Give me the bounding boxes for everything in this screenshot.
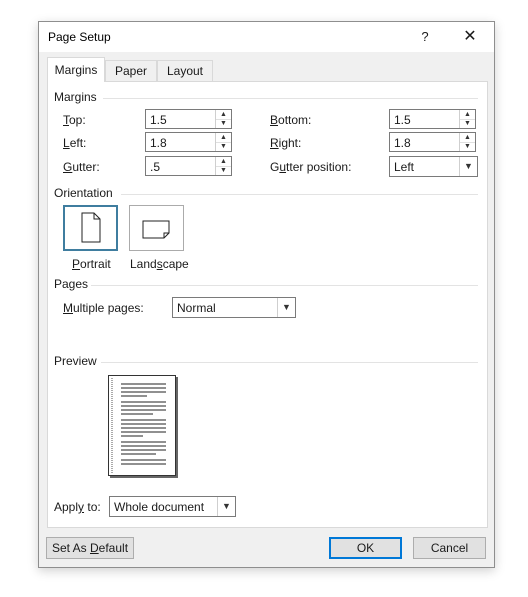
multiple-pages-value: Normal [177, 301, 216, 315]
right-margin-value[interactable]: 1.8 [394, 136, 411, 150]
portrait-page-icon [81, 212, 101, 243]
multiple-pages-select[interactable]: Normal ▼ [172, 297, 296, 318]
tab-layout[interactable]: Layout [157, 60, 213, 81]
spin-down-icon[interactable]: ▼ [216, 119, 231, 128]
apply-to-value: Whole document [114, 500, 205, 514]
right-margin-spinner[interactable]: 1.8 ▲ ▼ [389, 132, 476, 152]
top-margin-spinner[interactable]: 1.5 ▲ ▼ [145, 109, 232, 129]
landscape-label: Landscape [130, 257, 189, 271]
preview-group-label: Preview [54, 354, 101, 368]
gutter-position-value: Left [394, 160, 415, 174]
pages-group-rule [91, 285, 478, 286]
page-setup-dialog: Page Setup ? ✕ Margins Paper Layout Marg… [38, 21, 495, 568]
bottom-margin-value[interactable]: 1.5 [394, 113, 411, 127]
top-label: Top: [63, 113, 86, 127]
preview-group-rule [101, 362, 478, 363]
landscape-option[interactable] [129, 205, 184, 251]
spin-down-icon[interactable]: ▼ [216, 166, 231, 175]
orientation-group-label: Orientation [54, 186, 117, 200]
portrait-option[interactable] [63, 205, 118, 251]
set-as-default-button[interactable]: Set As Default [46, 537, 134, 559]
gutter-spinner[interactable]: .5 ▲ ▼ [145, 156, 232, 176]
margins-group-rule [103, 98, 478, 99]
multiple-pages-label: Multiple pages: [63, 301, 144, 315]
spin-down-icon[interactable]: ▼ [460, 119, 475, 128]
preview-page-lines [111, 378, 166, 473]
left-margin-value[interactable]: 1.8 [150, 136, 167, 150]
cancel-button[interactable]: Cancel [413, 537, 486, 559]
top-margin-value[interactable]: 1.5 [150, 113, 167, 127]
dialog-title: Page Setup [48, 30, 111, 44]
tab-paper[interactable]: Paper [105, 60, 157, 81]
chevron-down-icon[interactable]: ▼ [217, 497, 235, 516]
apply-to-label: Apply to: [54, 500, 101, 514]
gutter-position-label: Gutter position: [270, 160, 352, 174]
bottom-margin-spinner[interactable]: 1.5 ▲ ▼ [389, 109, 476, 129]
ok-button[interactable]: OK [329, 537, 402, 559]
gutter-position-select[interactable]: Left ▼ [389, 156, 478, 177]
bottom-label: Bottom: [270, 113, 312, 127]
left-margin-spinner[interactable]: 1.8 ▲ ▼ [145, 132, 232, 152]
landscape-page-icon [142, 220, 170, 239]
orientation-group-rule [121, 194, 478, 195]
chevron-down-icon[interactable]: ▼ [277, 298, 295, 317]
spin-down-icon[interactable]: ▼ [216, 142, 231, 151]
pages-group-label: Pages [54, 277, 93, 291]
preview-page [108, 375, 176, 476]
right-label: Right: [270, 136, 302, 150]
tab-margins[interactable]: Margins [47, 57, 105, 82]
portrait-label: Portrait [72, 257, 111, 271]
left-label: Left: [63, 136, 87, 150]
spin-down-icon[interactable]: ▼ [460, 142, 475, 151]
margins-group-label: Margins [54, 90, 101, 104]
close-button[interactable]: ✕ [459, 25, 481, 49]
help-button[interactable]: ? [415, 26, 435, 48]
apply-to-select[interactable]: Whole document ▼ [109, 496, 236, 517]
gutter-label: Gutter: [63, 160, 100, 174]
gutter-value[interactable]: .5 [150, 160, 160, 174]
title-bar: Page Setup ? ✕ [39, 22, 494, 52]
chevron-down-icon[interactable]: ▼ [459, 157, 477, 176]
